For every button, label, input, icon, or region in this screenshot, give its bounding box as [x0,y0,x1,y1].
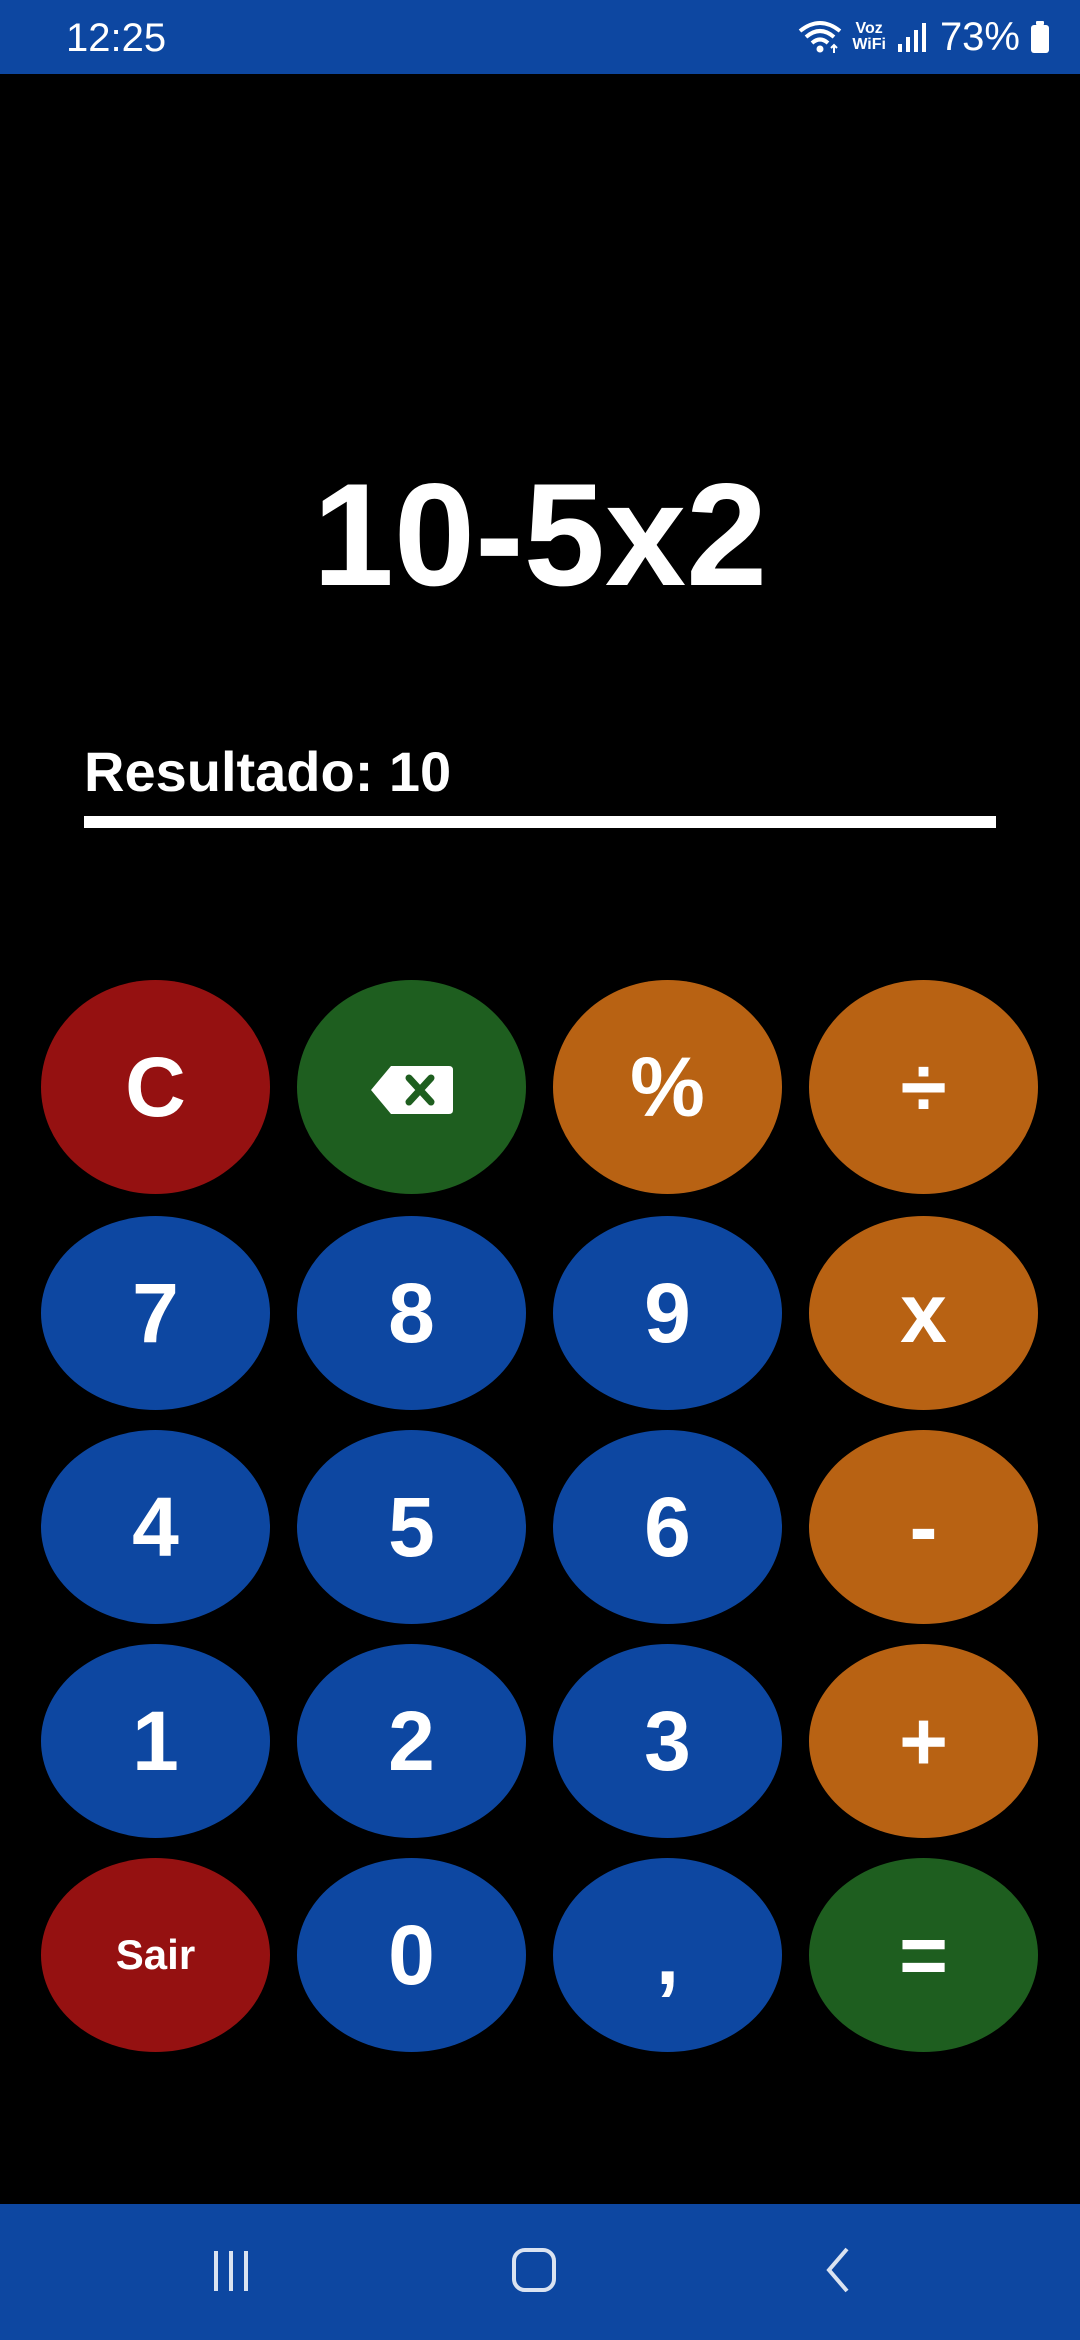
wifi-icon [798,19,842,55]
add-label: + [898,1693,949,1788]
divide-button[interactable]: ÷ [809,980,1038,1194]
digit-6-label: 6 [644,1479,691,1574]
signal-icon [896,20,930,54]
back-icon [815,2245,865,2300]
digit-8-label: 8 [388,1265,435,1360]
home-icon [509,2245,559,2300]
decimal-label: , [655,1907,680,2002]
back-button[interactable] [810,2242,870,2302]
digit-3-button[interactable]: 3 [553,1644,782,1838]
divide-label: ÷ [900,1039,947,1134]
exit-label: Sair [115,1931,196,1978]
navigation-bar [0,2204,1080,2340]
percent-label: % [630,1039,705,1134]
digit-4-button[interactable]: 4 [41,1430,270,1624]
add-button[interactable]: + [809,1644,1038,1838]
digit-5-button[interactable]: 5 [297,1430,526,1624]
expression-display: 10-5x2 [312,453,768,616]
exit-button[interactable]: Sair [41,1858,270,2052]
digit-5-label: 5 [388,1479,435,1574]
status-time: 12:25 [66,16,167,60]
result-label: Resultado: 10 [84,740,452,803]
digit-7-button[interactable]: 7 [41,1216,270,1410]
multiply-label: x [900,1265,947,1360]
multiply-button[interactable]: x [809,1216,1038,1410]
digit-7-label: 7 [132,1265,179,1360]
subtract-label: - [909,1479,938,1574]
digit-6-button[interactable]: 6 [553,1430,782,1624]
clear-label: C [125,1039,186,1134]
status-icons: Voz WiFi 73% [798,14,1050,60]
subtract-button[interactable]: - [809,1430,1038,1624]
voz-label: Voz [855,20,883,37]
digit-9-label: 9 [644,1265,691,1360]
digit-3-label: 3 [644,1693,691,1788]
digit-1-label: 1 [132,1693,179,1788]
battery-percent: 73% [939,15,1020,59]
recent-apps-icon [206,2245,256,2300]
backspace-button[interactable] [297,980,526,1194]
digit-2-label: 2 [388,1693,435,1788]
digit-0-label: 0 [388,1907,435,2002]
clear-button[interactable]: C [41,980,270,1194]
digit-4-label: 4 [132,1479,179,1574]
home-button[interactable] [504,2242,564,2302]
result-underline [84,816,996,828]
equals-button[interactable]: = [809,1858,1038,2052]
status-bar: 12:25 Voz WiFi 73% [0,0,1080,74]
battery-icon [1030,20,1050,54]
digit-2-button[interactable]: 2 [297,1644,526,1838]
digit-9-button[interactable]: 9 [553,1216,782,1410]
backspace-icon [369,1039,455,1136]
recent-apps-button[interactable] [201,2242,261,2302]
digit-1-button[interactable]: 1 [41,1644,270,1838]
digit-0-button[interactable]: 0 [297,1858,526,2052]
digit-8-button[interactable]: 8 [297,1216,526,1410]
voz-wifi-indicator: Voz WiFi [852,21,886,53]
equals-label: = [898,1907,949,2002]
decimal-button[interactable]: , [553,1858,782,2052]
wifi-label: WiFi [852,36,886,53]
percent-button[interactable]: % [553,980,782,1194]
calculator-screen: 12:25 Voz WiFi 73% 10-5x2 Resultado: 10 … [0,0,1080,2340]
